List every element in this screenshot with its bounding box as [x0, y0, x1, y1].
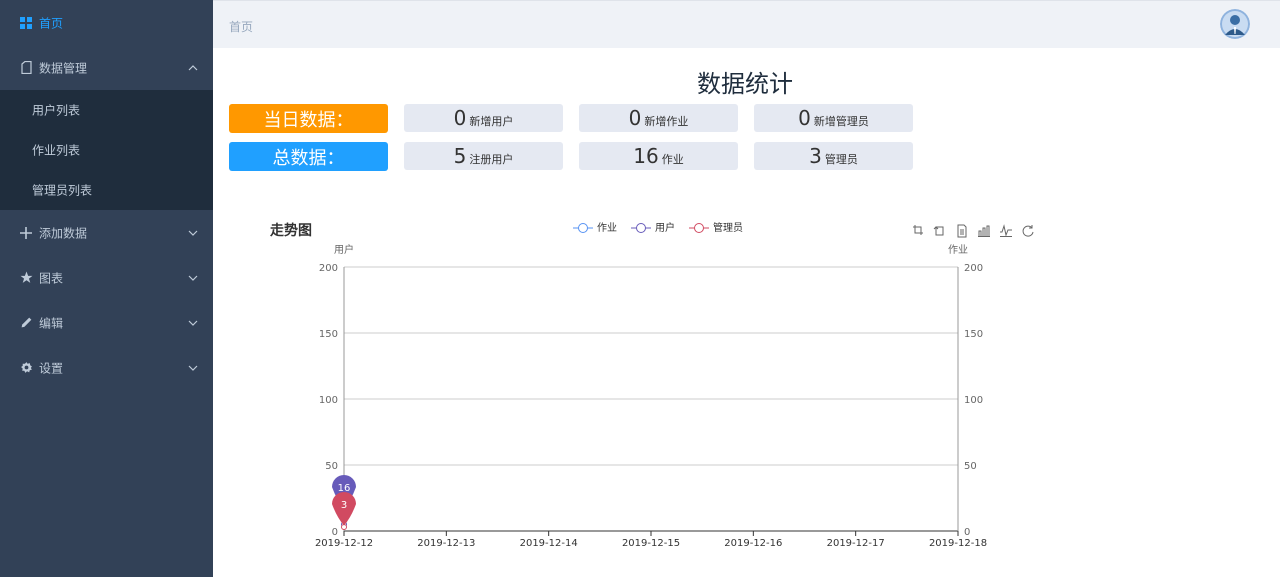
x-tick-label: 2019-12-15 — [622, 538, 680, 549]
bar-chart-icon[interactable] — [978, 225, 990, 237]
stat-text: 作业 — [661, 153, 684, 166]
document-icon — [19, 61, 33, 75]
sidebar-item-admin-list[interactable]: 管理员列表 — [0, 170, 213, 210]
pencil-icon — [19, 316, 33, 330]
line-chart-icon[interactable] — [1000, 224, 1012, 237]
bar-chart-icon-shape — [978, 225, 990, 237]
restore-icon[interactable] — [1022, 225, 1034, 237]
legend-item[interactable]: 作业 — [573, 222, 617, 234]
stat-value: 0 — [453, 106, 467, 130]
sidebar-item-charts[interactable]: 图表 — [0, 255, 213, 300]
chevron-up-icon — [187, 62, 199, 74]
x-tick-label: 2019-12-13 — [417, 538, 475, 549]
breadcrumb[interactable]: 首页 — [229, 18, 253, 35]
sidebar-item-home[interactable]: 首页 — [0, 0, 213, 45]
y-tick-label-left: 0 — [332, 527, 338, 538]
sidebar-item-add-data[interactable]: 添加数据 — [0, 210, 213, 255]
stat-registered-users: 5 注册用户 — [404, 142, 563, 170]
x-tick-label: 2019-12-17 — [827, 538, 885, 549]
sidebar-item-user-list[interactable]: 用户列表 — [0, 90, 213, 130]
y-tick-label-right: 150 — [964, 329, 983, 340]
stat-total-admins: 3 管理员 — [754, 142, 913, 170]
zoom-icon[interactable] — [913, 225, 923, 235]
plus-icon — [19, 226, 33, 240]
header: 首页 — [213, 0, 1280, 48]
trend-chart: 0 050 50100 100150 150200 200用户 作业2019-12-12 20… — [315, 221, 1034, 549]
total-data-label: 总数据： — [229, 142, 388, 171]
page-title: 数据统计 — [697, 70, 793, 98]
y-tick-label-right: 0 — [964, 527, 970, 538]
y-axis-label-right: 作业 — [948, 244, 968, 256]
sidebar-item-homework-list[interactable]: 作业列表 — [0, 130, 213, 170]
sidebar-item-label: 作业列表 — [32, 143, 81, 158]
legend-item[interactable]: 用户 — [631, 221, 675, 234]
zoom-icon-shape — [913, 225, 923, 235]
y-tick-label-right: 100 — [964, 395, 983, 406]
sidebar-item-label: 首页 — [39, 16, 64, 30]
chevron-down-icon — [187, 362, 199, 374]
x-tick-label: 2019-12-12 — [315, 538, 373, 549]
stat-total-homework: 16 作业 — [579, 142, 738, 170]
stat-text: 新增作业 — [644, 115, 689, 128]
stat-text: 新增用户 — [469, 115, 514, 128]
sidebar-item-settings[interactable]: 设置 — [0, 345, 213, 390]
submenu-data-management: 用户列表 作业列表 管理员列表 — [0, 90, 213, 210]
x-tick-label: 2019-12-14 — [520, 538, 578, 549]
y-tick-label-left: 200 — [319, 263, 338, 274]
sidebar-item-label: 添加数据 — [39, 226, 88, 240]
data-view-icon-shape — [957, 224, 967, 238]
y-tick-label-left: 50 — [325, 461, 338, 472]
stat-new-admins: 0 新增管理员 — [754, 104, 913, 132]
line-chart-icon-shape — [1000, 224, 1012, 237]
sidebar-item-label: 图表 — [39, 271, 64, 285]
sidebar-item-label: 用户列表 — [32, 103, 81, 118]
y-tick-label-right: 50 — [964, 461, 977, 472]
user-avatar-icon[interactable] — [1220, 9, 1250, 39]
sidebar-item-label: 管理员列表 — [32, 183, 93, 198]
grid-icon — [19, 16, 33, 30]
legend-symbol — [578, 223, 588, 233]
y-tick-label-right: 200 — [964, 263, 983, 274]
restore-icon-shape — [1022, 225, 1034, 237]
stat-text: 注册用户 — [469, 153, 514, 166]
stat-value: 0 — [628, 106, 642, 130]
gear-icon — [19, 361, 33, 375]
sidebar: 首页 数据管理 用户列表 作业列表 管理员列表 添加数据 图表 编辑 设置 — [0, 0, 213, 577]
chevron-down-icon — [187, 227, 199, 239]
legend-label: 用户 — [655, 221, 675, 234]
stat-text: 管理员 — [824, 153, 858, 166]
sidebar-item-data-management[interactable]: 数据管理 — [0, 45, 213, 90]
marker-pin-label: 3 — [341, 500, 347, 511]
sidebar-item-edit[interactable]: 编辑 — [0, 300, 213, 345]
stat-value: 0 — [798, 106, 811, 130]
legend-item[interactable]: 管理员 — [689, 221, 743, 234]
sidebar-item-label: 编辑 — [39, 316, 64, 330]
legend-symbol — [694, 223, 704, 233]
data-view-icon[interactable] — [957, 224, 967, 238]
x-tick-label: 2019-12-16 — [724, 538, 782, 549]
chevron-down-icon — [187, 317, 199, 329]
legend-symbol — [636, 223, 646, 233]
sidebar-item-label: 数据管理 — [39, 61, 88, 75]
stat-value: 3 — [809, 144, 822, 168]
y-tick-label-left: 150 — [319, 329, 338, 340]
zoom-reset-icon-shape — [933, 226, 944, 236]
zoom-reset-icon[interactable] — [933, 226, 944, 236]
stat-text: 新增管理员 — [813, 115, 869, 128]
stat-value: 16 — [633, 144, 659, 168]
legend-label: 管理员 — [713, 221, 743, 234]
stat-value: 5 — [453, 144, 467, 168]
today-data-label: 当日数据： — [229, 104, 388, 133]
y-axis-label-left: 用户 — [334, 243, 354, 256]
stat-new-users: 0 新增用户 — [404, 104, 563, 132]
x-tick-label: 2019-12-18 — [929, 538, 987, 549]
y-tick-label-left: 100 — [319, 395, 338, 406]
legend-label: 作业 — [597, 222, 617, 234]
sidebar-item-label: 设置 — [39, 361, 64, 375]
chevron-down-icon — [187, 272, 199, 284]
star-icon — [19, 271, 33, 285]
stat-new-homework: 0 新增作业 — [579, 104, 738, 132]
